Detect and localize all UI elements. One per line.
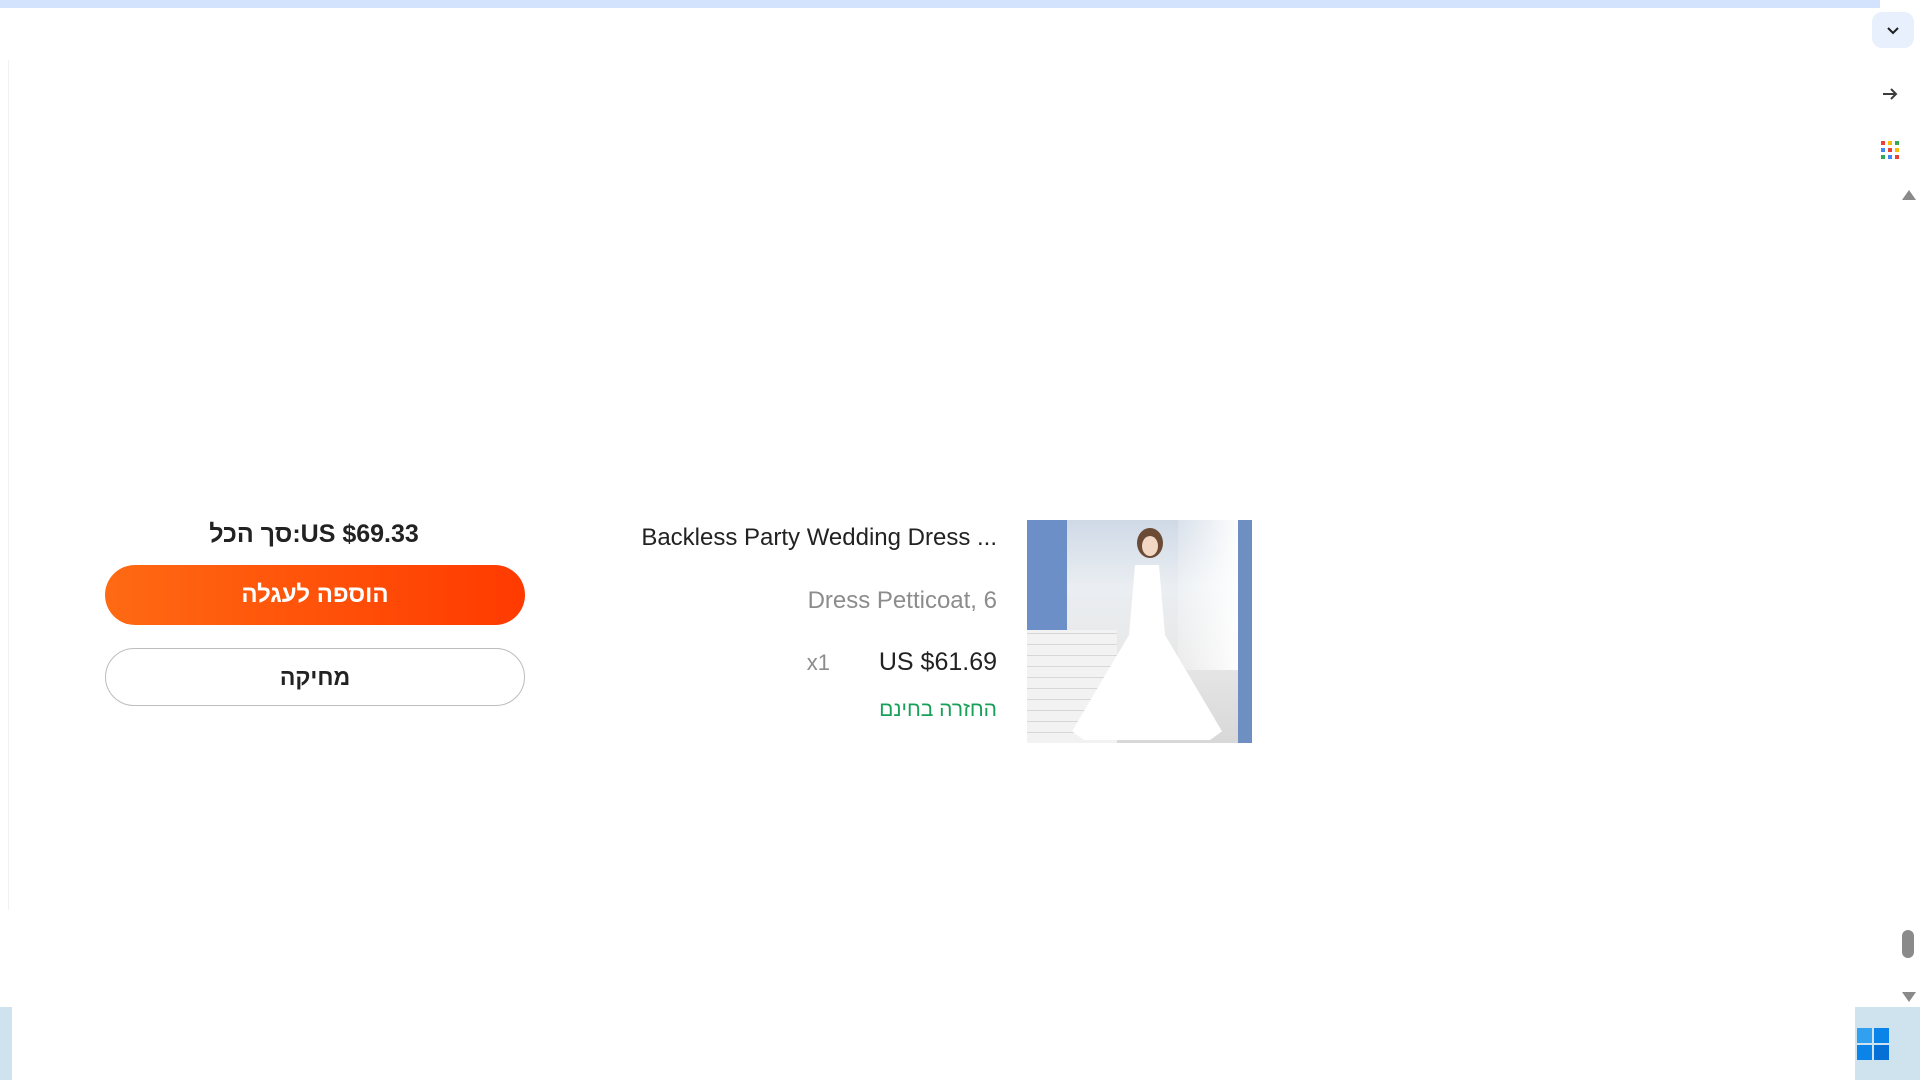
taskbar-left-edge: [0, 1007, 12, 1080]
product-variant: Dress Petticoat, 6: [807, 587, 997, 614]
image-curtain: [1178, 520, 1238, 670]
taskbar: [0, 1007, 1920, 1080]
arrow-right-icon: [1883, 88, 1898, 100]
product-quantity: x1: [806, 650, 830, 675]
image-window-frame: [1238, 520, 1252, 743]
scroll-down-icon[interactable]: [1902, 992, 1916, 1002]
delete-button[interactable]: מחיקה: [105, 648, 525, 706]
apps-button[interactable]: [1876, 136, 1904, 164]
page-left-edge: [0, 60, 9, 910]
scroll-up-icon[interactable]: [1902, 190, 1916, 200]
browser-top-strip: [0, 0, 1920, 8]
free-return-label: החזרה בחינם: [879, 698, 997, 721]
forward-button[interactable]: [1876, 80, 1904, 108]
add-to-cart-button[interactable]: הוספה לעגלה: [105, 565, 525, 625]
apps-grid-icon: [1881, 141, 1899, 159]
product-title[interactable]: Backless Party Wedding Dress ...: [560, 524, 997, 552]
tab-search-dropdown[interactable]: [1872, 12, 1914, 48]
chevron-down-icon: [1887, 27, 1899, 35]
scrollbar-thumb[interactable]: [1902, 930, 1914, 958]
windows-start-icon[interactable]: [1857, 1028, 1889, 1060]
total-price: סך הכל:US $69.33: [209, 520, 419, 548]
page-scrollbar[interactable]: [1896, 184, 1920, 1010]
image-face: [1142, 536, 1158, 556]
product-price: US $61.69: [878, 648, 997, 676]
product-image[interactable]: [1027, 520, 1252, 743]
